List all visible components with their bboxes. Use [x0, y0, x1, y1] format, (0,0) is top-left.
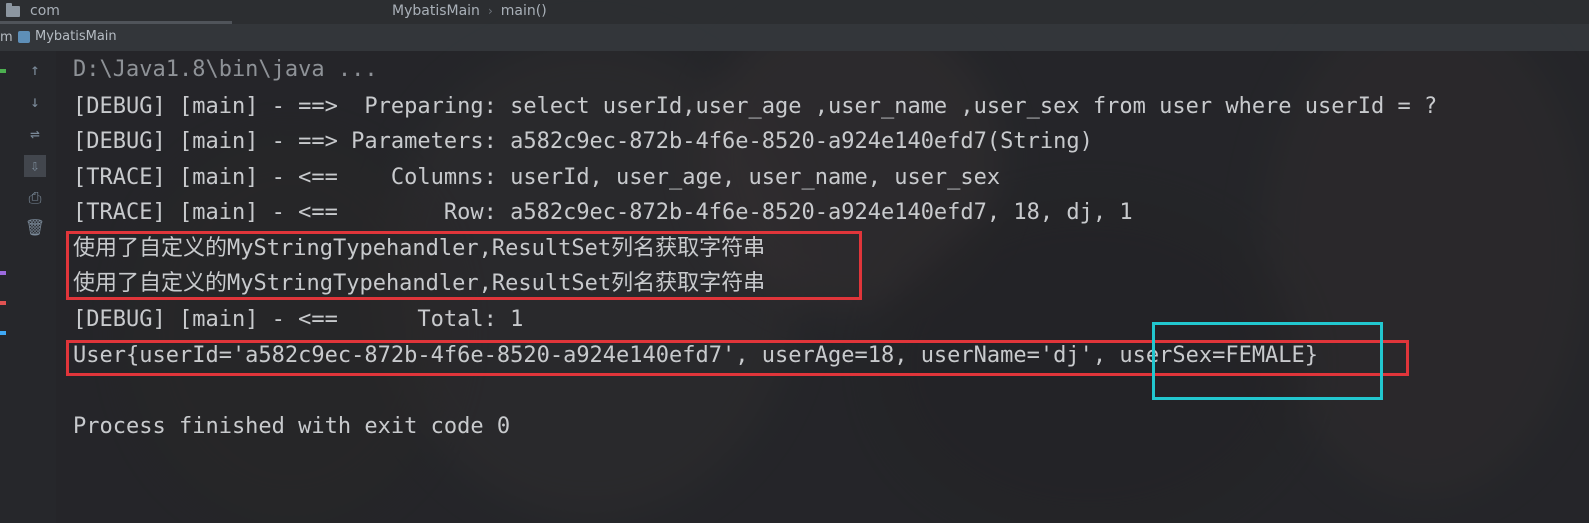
info-indicator [0, 331, 6, 335]
trash-icon[interactable]: 🗑 [24, 217, 46, 239]
console-line: Process finished with exit code 0 [73, 414, 511, 439]
settings-icon[interactable]: ⇌ [24, 123, 46, 145]
navigation-bar: com MybatisMain › main() [0, 0, 1589, 24]
console-line: D:\Java1.8\bin\java ... [73, 57, 378, 82]
run-toolbar: ↑ ↓ ⇌ ⇩ ⎙ 🗑 [0, 51, 56, 523]
breadcrumb-method[interactable]: main() [501, 3, 547, 19]
print-icon[interactable]: ⎙ [24, 187, 46, 209]
run-tool-window-header: m MybatisMain [0, 24, 1589, 51]
rerun-icon[interactable]: ↑ [24, 59, 46, 81]
run-tab-mybatismain[interactable]: MybatisMain [35, 29, 117, 44]
console-line: [TRACE] [main] - <== Row: a582c9ec-872b-… [73, 200, 1133, 225]
run-indicator [0, 69, 6, 73]
console-line: [DEBUG] [main] - ==> Preparing: select u… [73, 94, 1438, 119]
breadcrumb: MybatisMain › main() [392, 3, 547, 19]
highlight-box-usersex [1152, 322, 1383, 400]
stop-icon[interactable]: ↓ [24, 91, 46, 113]
run-label-prefix: m [0, 30, 13, 45]
breadcrumb-separator: › [487, 4, 493, 18]
run-config-icon [18, 31, 30, 43]
scroll-to-end-icon[interactable]: ⇩ [24, 155, 46, 177]
console-line: [DEBUG] [main] - <== Total: 1 [73, 307, 524, 332]
highlight-box-typehandler [66, 231, 862, 300]
folder-icon [6, 3, 20, 17]
project-label: com [30, 3, 60, 19]
console-line: [TRACE] [main] - <== Columns: userId, us… [73, 165, 1001, 190]
breadcrumb-class[interactable]: MybatisMain [392, 3, 480, 19]
console-line: [DEBUG] [main] - ==> Parameters: a582c9e… [73, 129, 1093, 154]
error-indicator [0, 301, 6, 305]
project-tab[interactable]: com [0, 0, 232, 24]
debug-indicator [0, 271, 6, 275]
